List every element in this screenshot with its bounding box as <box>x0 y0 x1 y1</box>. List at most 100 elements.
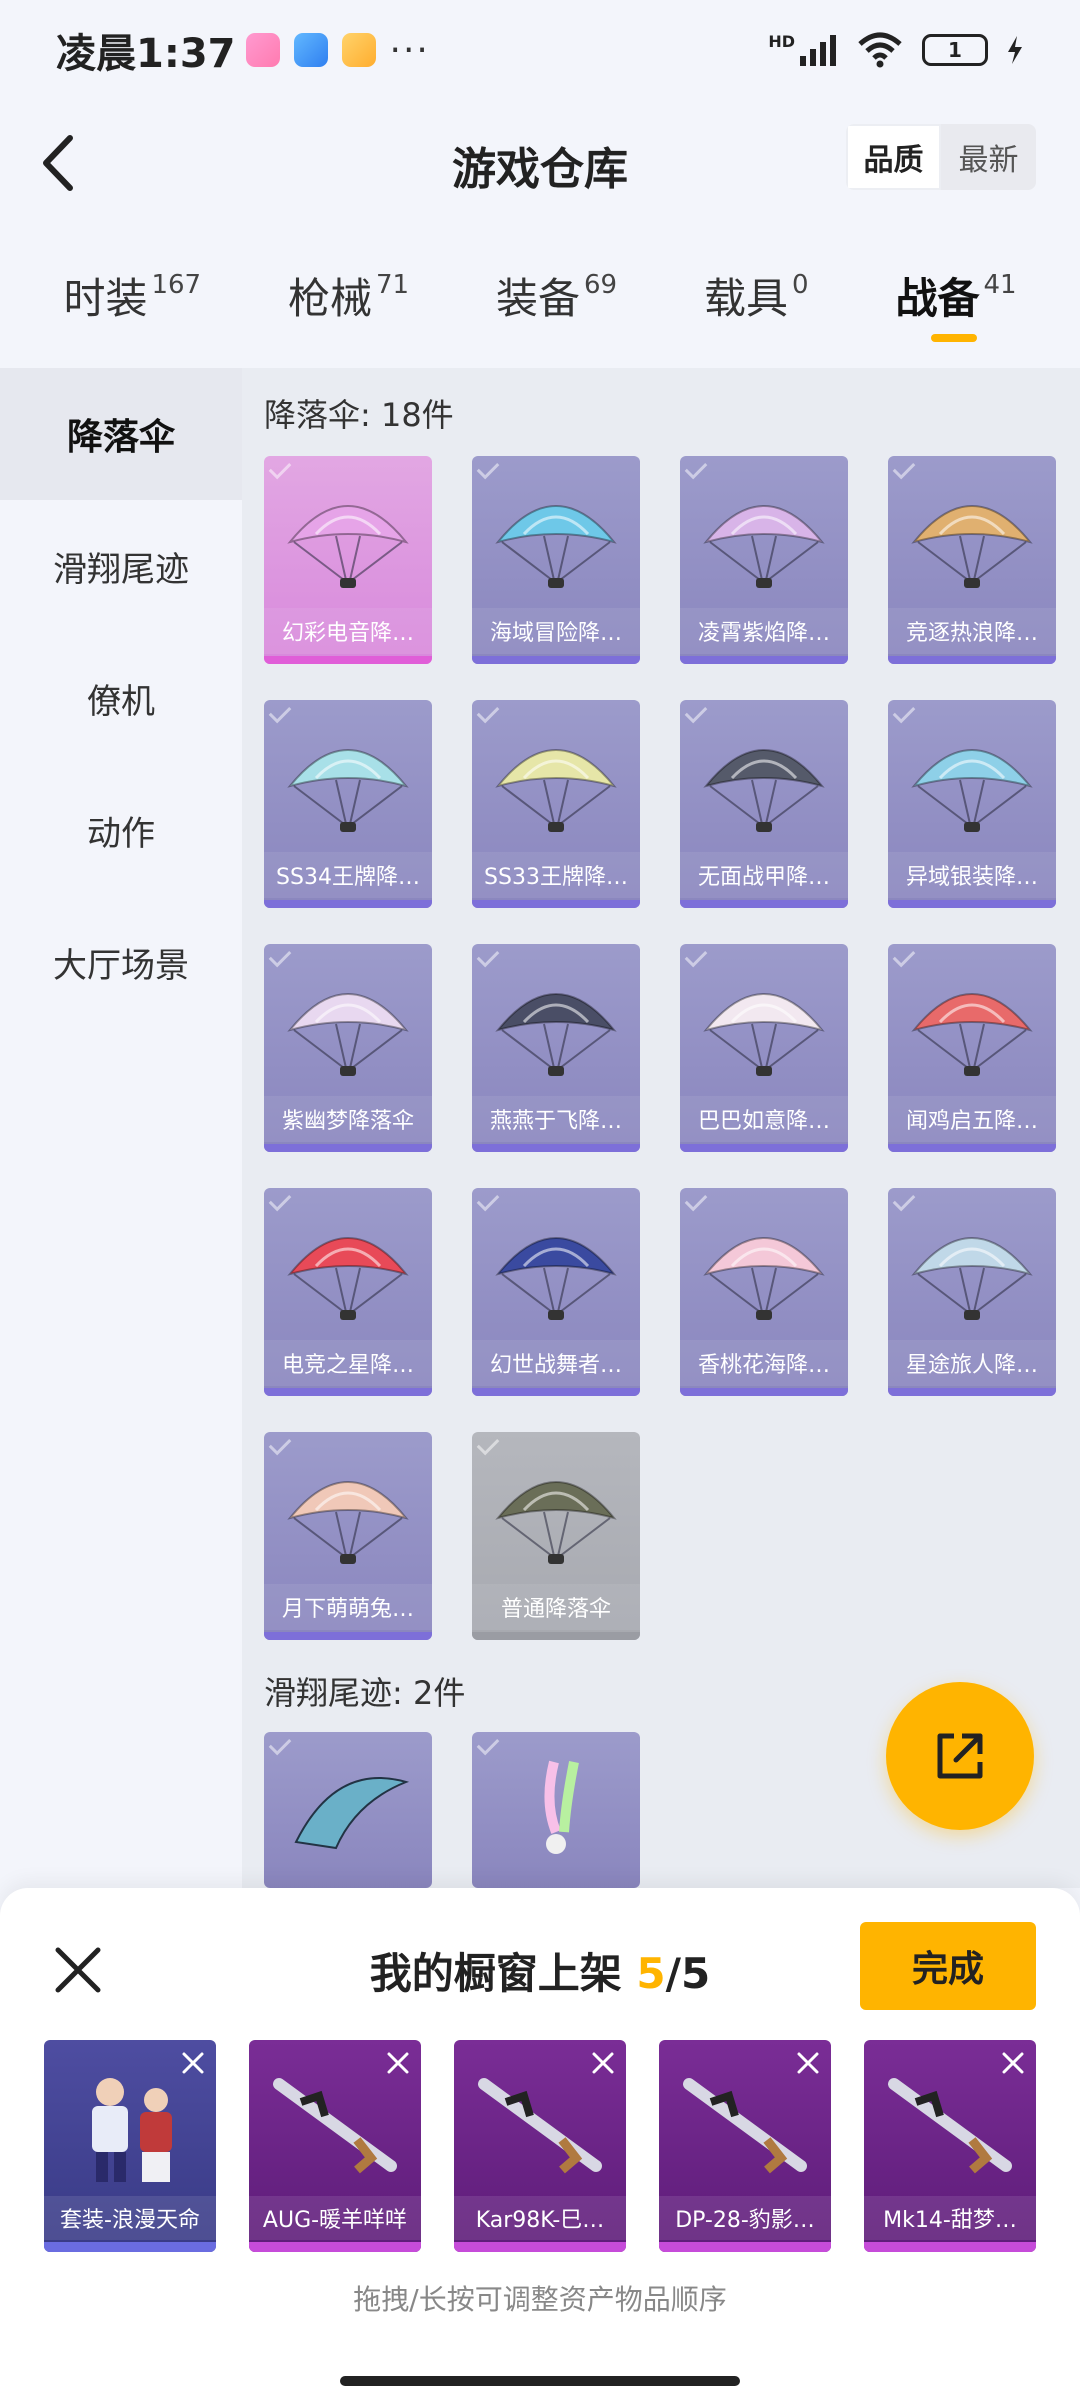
rarity-bar <box>680 1388 848 1396</box>
rarity-bar <box>454 2242 626 2252</box>
share-button[interactable] <box>886 1682 1034 1830</box>
remove-icon[interactable] <box>795 2050 821 2076</box>
tab-battle-gear[interactable]: 战备 41 <box>895 240 1017 350</box>
showcase-current-count: 5 <box>636 1949 666 1998</box>
weapon-icon <box>683 2078 807 2174</box>
sidebar-item-emote[interactable]: 动作 <box>0 764 242 896</box>
showcase-slot[interactable]: Kar98K-巳… <box>454 2040 626 2252</box>
rarity-bar <box>888 1144 1056 1152</box>
parachute-icon <box>911 505 1033 588</box>
parachute-item[interactable]: 巴巴如意降… <box>680 944 848 1152</box>
parachute-item[interactable]: 星途旅人降… <box>888 1188 1056 1396</box>
parachute-item[interactable]: 幻世战舞者… <box>472 1188 640 1396</box>
page-title: 游戏仓库 <box>452 144 628 195</box>
rarity-bar <box>264 1388 432 1396</box>
done-button[interactable]: 完成 <box>860 1922 1036 2010</box>
item-name: 无面战甲降… <box>680 852 848 898</box>
rarity-bar <box>472 1632 640 1640</box>
parachute-item[interactable]: SS34王牌降… <box>264 700 432 908</box>
rarity-bar <box>680 656 848 664</box>
item-name: 巴巴如意降… <box>680 1096 848 1142</box>
parachute-item[interactable]: 普通降落伞 <box>472 1432 640 1640</box>
trail-icon <box>544 1760 579 1854</box>
signal-icon: HD <box>768 34 838 66</box>
tab-equipment[interactable]: 装备 69 <box>496 240 617 350</box>
showcase-slots: 套装-浪漫天命 AUG-暖羊咩咩 Kar98K-巳… DP-28-豹影… Mk14-甜梦… <box>44 2040 1036 2252</box>
sort-by-newest[interactable]: 最新 <box>941 124 1036 190</box>
showcase-slot[interactable]: DP-28-豹影… <box>659 2040 831 2252</box>
parachute-icon <box>911 749 1033 832</box>
glide-trail-item[interactable] <box>264 1732 432 1888</box>
back-icon[interactable] <box>28 128 98 198</box>
wifi-icon <box>858 32 902 68</box>
sidebar-item-parachute[interactable]: 降落伞 <box>0 368 242 500</box>
tab-vehicles[interactable]: 载具 0 <box>704 240 809 350</box>
outfit-icon <box>92 2078 172 2182</box>
notes-app-icon <box>341 33 376 67</box>
rarity-bar <box>44 2242 216 2252</box>
rarity-bar <box>264 900 432 908</box>
parachute-item[interactable]: 月下萌萌兔… <box>264 1432 432 1640</box>
parachute-icon <box>287 1237 409 1320</box>
parachute-item[interactable]: 幻彩电音降… <box>264 456 432 664</box>
item-name: 闻鸡启五降… <box>888 1096 1056 1142</box>
rarity-bar <box>680 1144 848 1152</box>
remove-icon[interactable] <box>385 2050 411 2076</box>
showcase-total-count: /5 <box>665 1949 711 1998</box>
battery-icon: 1 <box>922 34 988 66</box>
parachute-icon <box>911 1237 1033 1320</box>
rarity-bar <box>472 900 640 908</box>
sidebar-item-glide-trail[interactable]: 滑翔尾迹 <box>0 500 242 632</box>
status-app-icons <box>245 33 376 67</box>
active-tab-indicator <box>931 334 978 342</box>
parachute-icon <box>911 993 1033 1076</box>
parachute-item[interactable]: 无面战甲降… <box>680 700 848 908</box>
parachute-icon <box>703 1237 825 1320</box>
gallery-app-icon <box>293 33 328 67</box>
parachute-item[interactable]: 香桃花海降… <box>680 1188 848 1396</box>
sort-by-quality[interactable]: 品质 <box>846 124 941 190</box>
status-time: 凌晨1:37 <box>56 31 236 77</box>
parachute-item[interactable]: 紫幽梦降落伞 <box>264 944 432 1152</box>
tab-weapons[interactable]: 枪械 71 <box>288 240 409 350</box>
status-bar: 凌晨1:37 ··· HD 1 <box>0 0 1080 100</box>
remove-icon[interactable] <box>590 2050 616 2076</box>
slot-name: Kar98K-巳… <box>454 2196 626 2240</box>
parachute-icon <box>495 505 617 588</box>
subcategory-sidebar: 降落伞 滑翔尾迹 僚机 动作 大厅场景 <box>0 368 242 1888</box>
parachute-item[interactable]: 异域银装降… <box>888 700 1056 908</box>
parachute-item[interactable]: SS33王牌降… <box>472 700 640 908</box>
item-name: 电竞之星降… <box>264 1340 432 1386</box>
rarity-bar <box>888 900 1056 908</box>
parachute-icon <box>495 749 617 832</box>
sidebar-item-lobby-scene[interactable]: 大厅场景 <box>0 896 242 1028</box>
parachute-item[interactable]: 凌霄紫焰降… <box>680 456 848 664</box>
reorder-hint: 拖拽/长按可调整资产物品顺序 <box>353 2283 727 2316</box>
item-name: 燕燕于飞降… <box>472 1096 640 1142</box>
remove-icon[interactable] <box>180 2050 206 2076</box>
page-header: 游戏仓库 品质 最新 <box>0 100 1080 230</box>
showcase-slot[interactable]: Mk14-甜梦… <box>864 2040 1036 2252</box>
glide-trail-item[interactable] <box>472 1732 640 1888</box>
remove-icon[interactable] <box>1000 2050 1026 2076</box>
slot-name: AUG-暖羊咩咩 <box>249 2196 421 2240</box>
item-name: 海域冒险降… <box>472 608 640 654</box>
showcase-slot[interactable]: AUG-暖羊咩咩 <box>249 2040 421 2252</box>
parachute-item[interactable]: 海域冒险降… <box>472 456 640 664</box>
home-indicator[interactable] <box>340 2376 740 2386</box>
parachute-item[interactable]: 闻鸡启五降… <box>888 944 1056 1152</box>
item-name: SS33王牌降… <box>472 852 640 898</box>
parachute-item[interactable]: 燕燕于飞降… <box>472 944 640 1152</box>
parachute-item[interactable]: 竞逐热浪降… <box>888 456 1056 664</box>
rarity-bar <box>472 1388 640 1396</box>
trail-icon <box>294 1777 410 1850</box>
category-tabs: 时装 167 枪械 71 装备 69 载具 0 战备 41 <box>0 240 1080 350</box>
parachute-item[interactable]: 电竞之星降… <box>264 1188 432 1396</box>
parachute-icon <box>287 749 409 832</box>
more-notifications-icon: ··· <box>389 29 430 71</box>
weapon-icon <box>888 2078 1012 2174</box>
showcase-slot[interactable]: 套装-浪漫天命 <box>44 2040 216 2252</box>
tab-outfits[interactable]: 时装 167 <box>63 240 201 350</box>
parachute-icon <box>703 749 825 832</box>
sidebar-item-wingman[interactable]: 僚机 <box>0 632 242 764</box>
